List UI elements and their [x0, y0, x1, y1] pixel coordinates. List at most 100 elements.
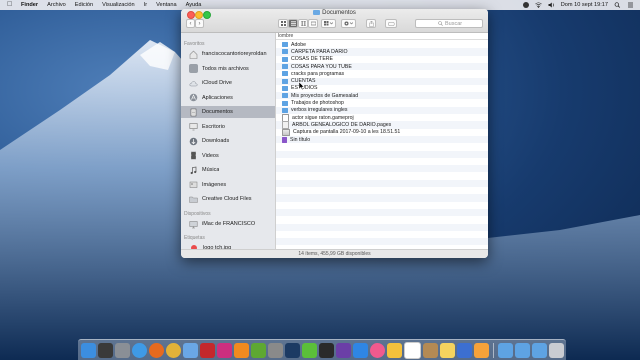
- column-header-name[interactable]: lombre: [276, 33, 488, 40]
- file-row[interactable]: ESTUDIOS: [276, 85, 488, 92]
- forward-button[interactable]: ›: [195, 19, 204, 28]
- empty-row: [276, 202, 488, 209]
- home-icon: [189, 50, 198, 59]
- file-list: lombre Adobe CARPETA PARA DARIO COSAS DE T…: [276, 33, 488, 249]
- file-row[interactable]: verbos irregulares ingles: [276, 106, 488, 114]
- sidebar-item-imac[interactable]: iMac de FRANCISCO: [181, 218, 275, 230]
- vlc-icon[interactable]: [234, 342, 249, 358]
- status-area: Dom 10 sept 19:17: [522, 0, 634, 10]
- imovie-icon[interactable]: [336, 342, 351, 358]
- sidebar-item-label: iCloud Drive: [202, 80, 232, 86]
- action-button[interactable]: [341, 19, 356, 28]
- launchpad-icon[interactable]: [268, 342, 283, 358]
- view-coverflow-button[interactable]: [308, 19, 318, 28]
- list-view-icon: [290, 21, 296, 26]
- notification-center-icon[interactable]: [627, 2, 634, 8]
- sidebar-item-label: Creative Cloud Files: [202, 196, 252, 202]
- firefox-icon[interactable]: [149, 342, 164, 358]
- apple-menu-icon[interactable]: : [7, 0, 15, 10]
- empty-row: [276, 238, 488, 246]
- menu-visualizacion[interactable]: Visualización: [102, 2, 135, 8]
- pages-icon[interactable]: [474, 342, 489, 358]
- volume-icon[interactable]: [548, 2, 555, 8]
- sidebar-item-icloud[interactable]: iCloud Drive: [181, 77, 275, 89]
- file-row[interactable]: Trabajos de photoshop: [276, 99, 488, 106]
- arrange-button[interactable]: [321, 19, 336, 28]
- sidebar-item-documents[interactable]: Documentos: [181, 106, 275, 118]
- gamesalad-icon[interactable]: [251, 342, 266, 358]
- file-name: Adobe: [291, 41, 307, 48]
- menu-archivo[interactable]: Archivo: [47, 2, 66, 8]
- file-row[interactable]: COSAS PARA YOU TUBE: [276, 62, 488, 71]
- file-row[interactable]: Sin título: [276, 135, 488, 144]
- system-preferences-icon[interactable]: [115, 342, 130, 358]
- menu-app-name[interactable]: Finder: [21, 2, 38, 8]
- all-files-icon: [189, 64, 198, 73]
- empty-row: [276, 158, 488, 165]
- wifi-icon[interactable]: [535, 2, 542, 8]
- app-store-icon[interactable]: [353, 342, 368, 358]
- sidebar-item-creative-cloud[interactable]: Creative Cloud Files: [181, 193, 275, 205]
- folder-dock-icon[interactable]: [498, 342, 513, 358]
- documents-stack-icon[interactable]: [532, 342, 547, 358]
- flash-icon[interactable]: [200, 342, 215, 358]
- file-row[interactable]: CUENTAS: [276, 77, 488, 85]
- folder-title-icon: [313, 10, 321, 15]
- photo-app-icon[interactable]: [217, 342, 232, 358]
- quicktime-icon[interactable]: [319, 342, 334, 358]
- empty-row: [276, 143, 488, 150]
- folder-icon: [189, 195, 198, 204]
- sidebar-item-desktop[interactable]: Escritorio: [181, 121, 275, 133]
- itunes-icon[interactable]: [370, 342, 385, 358]
- file-row[interactable]: cracks para programas: [276, 70, 488, 77]
- menu-edicion[interactable]: Edición: [75, 2, 93, 8]
- image-file-icon: [282, 128, 290, 136]
- view-list-button[interactable]: [288, 19, 298, 28]
- mail-icon[interactable]: [183, 342, 198, 358]
- sidebar-item-applications[interactable]: Aplicaciones: [181, 92, 275, 104]
- contacts-icon[interactable]: [423, 342, 438, 358]
- notes-icon[interactable]: [440, 342, 455, 358]
- view-icons-button[interactable]: [278, 19, 288, 28]
- downloads-stack-icon[interactable]: [515, 342, 530, 358]
- finder-icon[interactable]: [81, 342, 96, 358]
- photoshop-icon[interactable]: [285, 342, 300, 358]
- file-row[interactable]: CARPETA PARA DARIO: [276, 48, 488, 56]
- creative-cloud-icon[interactable]: [522, 2, 529, 8]
- file-row[interactable]: Mis proyectos de Gamesalad: [276, 92, 488, 100]
- clock-text[interactable]: Dom 10 sept 19:17: [561, 2, 608, 8]
- menu-ventana[interactable]: Ventana: [156, 2, 177, 8]
- keynote-icon[interactable]: [457, 342, 472, 358]
- camtasia-icon[interactable]: [302, 342, 317, 358]
- share-button[interactable]: [366, 19, 376, 28]
- menu-ir[interactable]: Ir: [144, 2, 147, 8]
- file-row[interactable]: actor sigue raton.gameproj: [276, 113, 488, 122]
- file-row[interactable]: ARBOL GENEALOGICO DE DARIO.pages: [276, 120, 488, 129]
- dashboard-icon[interactable]: [98, 342, 113, 358]
- search-field[interactable]: Buscar: [415, 19, 483, 28]
- folder-icon: [282, 107, 288, 113]
- photos-icon[interactable]: [387, 342, 402, 358]
- file-row[interactable]: COSAS DE TERE: [276, 56, 488, 63]
- file-row[interactable]: Adobe: [276, 41, 488, 48]
- chrome-icon[interactable]: [166, 342, 181, 358]
- chevron-left-icon: ‹: [189, 20, 192, 27]
- back-button[interactable]: ‹: [186, 19, 195, 28]
- calendar-icon[interactable]: [404, 341, 421, 359]
- trash-icon[interactable]: [549, 342, 564, 358]
- grid-view-icon: [280, 21, 286, 26]
- sidebar-item-videos[interactable]: Videos: [181, 150, 275, 162]
- view-columns-button[interactable]: [298, 19, 308, 28]
- safari-icon[interactable]: [132, 342, 147, 358]
- tags-button[interactable]: [385, 19, 397, 28]
- sidebar-item-home[interactable]: franciscocantorioreyroldan: [181, 48, 275, 60]
- folder-icon: [282, 71, 288, 77]
- spotlight-icon[interactable]: [614, 2, 621, 8]
- menu-ayuda[interactable]: Ayuda: [186, 2, 202, 8]
- folder-icon: [282, 64, 288, 70]
- sidebar-item-music[interactable]: Música: [181, 164, 275, 176]
- file-row[interactable]: Captura de pantalla 2017-09-10 a les 18.…: [276, 128, 488, 136]
- sidebar-item-all-files[interactable]: Todos mis archivos: [181, 63, 275, 75]
- sidebar-item-pictures[interactable]: Imágenes: [181, 179, 275, 191]
- sidebar-item-downloads[interactable]: Downloads: [181, 135, 275, 147]
